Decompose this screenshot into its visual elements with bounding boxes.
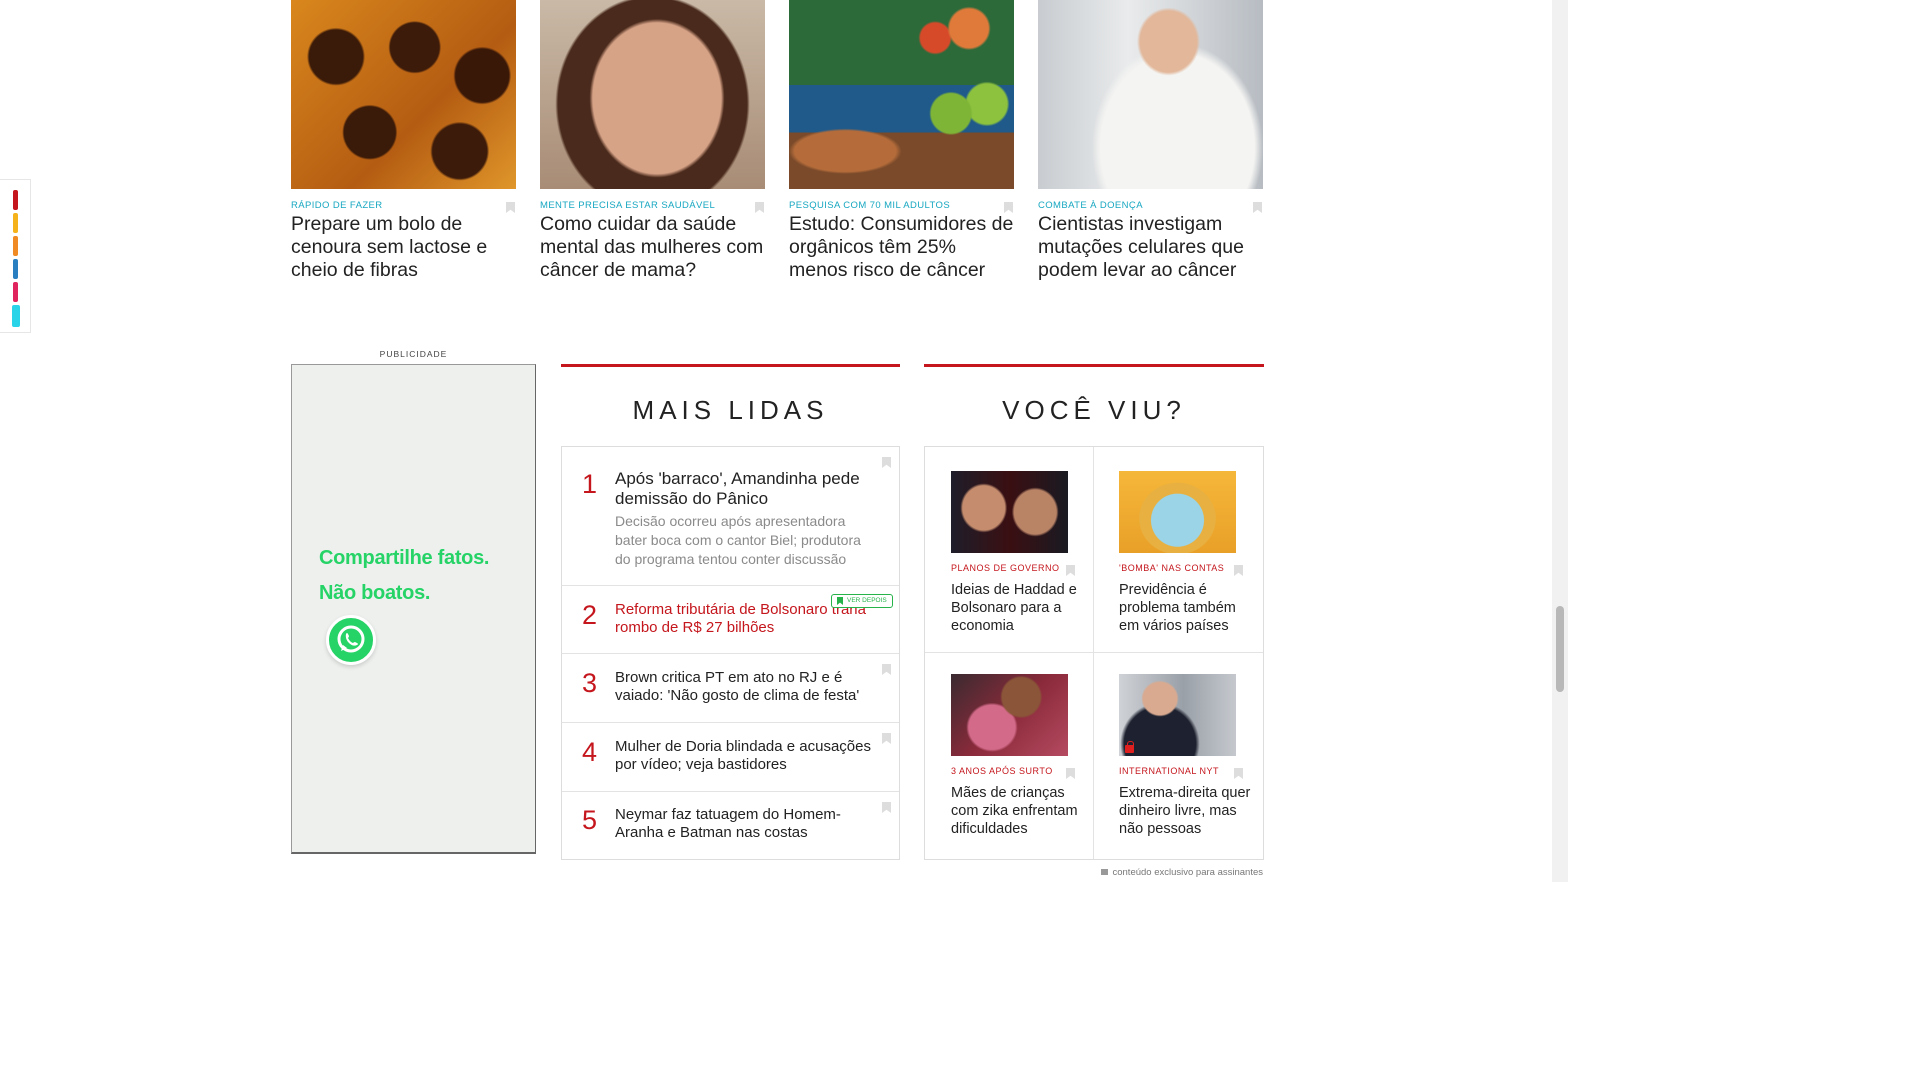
section-title: MAIS LIDAS	[632, 395, 829, 425]
related-image[interactable]	[951, 674, 1068, 756]
related-title[interactable]: Extrema-direita quer dinheiro livre, mas…	[1119, 784, 1259, 838]
scrollbar-thumb[interactable]	[1556, 606, 1564, 692]
related-image[interactable]	[1119, 674, 1236, 756]
divider	[925, 652, 1263, 653]
rank-number: 5	[582, 805, 598, 835]
bookmark-icon[interactable]	[1066, 768, 1075, 779]
ver-depois-button[interactable]: VER DEPOIS	[831, 594, 893, 608]
bookmark-icon[interactable]	[882, 733, 891, 744]
list-item[interactable]: 5 Neymar faz tatuagem do Homem-Aranha e …	[562, 792, 899, 859]
list-item[interactable]: 1 Após 'barraco', Amandinha pede demissã…	[562, 447, 899, 586]
bookmark-icon[interactable]	[506, 202, 515, 213]
list-item-title[interactable]: Brown critica PT em ato no RJ e é vaiado…	[615, 669, 875, 705]
related-title[interactable]: Mães de crianças com zika enfrentam difi…	[951, 784, 1091, 838]
article-title[interactable]: Estudo: Consumidores de orgânicos têm 25…	[789, 213, 1014, 282]
list-item-title[interactable]: Mulher de Doria blindada e acusações por…	[615, 738, 875, 774]
color-bar-segment[interactable]	[12, 305, 20, 327]
article-image[interactable]	[540, 0, 765, 189]
page: RÁPIDO DE FAZER Prepare um bolo de cenou…	[0, 0, 1568, 882]
bookmark-icon[interactable]	[1004, 202, 1013, 213]
article-image[interactable]	[1038, 0, 1263, 189]
rank-number: 1	[582, 469, 598, 499]
list-item-description: Decisão ocorreu após apresentadora bater…	[615, 513, 861, 567]
mais-lidas-list: 1 Após 'barraco', Amandinha pede demissã…	[561, 446, 900, 860]
color-bar-segment[interactable]	[13, 259, 18, 279]
article-kicker: RÁPIDO DE FAZER	[291, 200, 383, 211]
list-item-title[interactable]: Neymar faz tatuagem do Homem-Aranha e Ba…	[615, 806, 875, 842]
article-card[interactable]: MENTE PRECISA ESTAR SAUDÁVEL Como cuidar…	[540, 0, 765, 282]
rank-number: 2	[582, 600, 598, 630]
related-card[interactable]: INTERNATIONAL NYT Extrema-direita quer d…	[1119, 674, 1259, 838]
lock-icon	[1101, 869, 1109, 875]
article-title[interactable]: Prepare um bolo de cenoura sem lactose e…	[291, 213, 516, 282]
list-item-title[interactable]: Após 'barraco', Amandinha pede demissão …	[615, 469, 875, 509]
article-image[interactable]	[789, 0, 1014, 189]
scrollbar[interactable]	[1552, 0, 1568, 882]
article-kicker: MENTE PRECISA ESTAR SAUDÁVEL	[540, 200, 716, 211]
bookmark-icon[interactable]	[882, 457, 891, 468]
related-card[interactable]: 'BOMBA' NAS CONTAS Previdência é problem…	[1119, 471, 1259, 635]
bookmark-icon	[837, 597, 843, 605]
related-card[interactable]: 3 ANOS APÓS SURTO Mães de crianças com z…	[951, 674, 1091, 838]
bookmark-icon[interactable]	[755, 202, 764, 213]
related-title[interactable]: Previdência é problema também em vários …	[1119, 581, 1259, 635]
related-card[interactable]: PLANOS DE GOVERNO Ideias de Haddad e Bol…	[951, 471, 1091, 635]
list-item[interactable]: 2 Reforma tributária de Bolsonaro traria…	[562, 586, 899, 654]
voce-viu-header: VOCÊ VIU?	[924, 364, 1264, 426]
list-item[interactable]: 4 Mulher de Doria blindada e acusações p…	[562, 723, 899, 792]
article-image[interactable]	[291, 0, 516, 189]
bookmark-icon[interactable]	[1066, 565, 1075, 576]
bookmark-icon[interactable]	[1234, 565, 1243, 576]
subscriber-note-text: conteúdo exclusivo para assinantes	[1112, 867, 1263, 878]
advertisement[interactable]: Compartilhe fatos. Não boatos.	[291, 364, 536, 854]
rank-number: 4	[582, 737, 598, 767]
article-kicker: PESQUISA COM 70 MIL ADULTOS	[789, 200, 951, 211]
rank-number: 3	[582, 668, 598, 698]
ad-line-2: Não boatos.	[319, 582, 431, 604]
list-item[interactable]: 3 Brown critica PT em ato no RJ e é vaia…	[562, 654, 899, 723]
article-title[interactable]: Cientistas investigam mutações celulares…	[1038, 213, 1263, 282]
divider	[1093, 447, 1094, 859]
article-card[interactable]: RÁPIDO DE FAZER Prepare um bolo de cenou…	[291, 0, 516, 282]
ad-label: PUBLICIDADE	[379, 349, 448, 359]
article-title[interactable]: Como cuidar da saúde mental das mulheres…	[540, 213, 765, 282]
article-card[interactable]: COMBATE À DOENÇA Cientistas investigam m…	[1038, 0, 1263, 282]
bookmark-icon[interactable]	[882, 802, 891, 813]
related-image[interactable]	[1119, 471, 1236, 553]
color-bar-segment[interactable]	[13, 190, 18, 210]
ver-depois-label: VER DEPOIS	[847, 597, 887, 604]
color-bar-segment[interactable]	[13, 236, 18, 256]
bookmark-icon[interactable]	[882, 664, 891, 675]
subscriber-note: conteúdo exclusivo para assinantes	[1101, 867, 1263, 878]
article-kicker: COMBATE À DOENÇA	[1038, 200, 1143, 211]
color-bar-segment[interactable]	[13, 213, 18, 233]
color-bar-segment[interactable]	[13, 282, 18, 302]
section-title: VOCÊ VIU?	[1002, 395, 1186, 425]
lock-icon	[1125, 741, 1134, 753]
mais-lidas-header: MAIS LIDAS	[561, 364, 900, 426]
bookmark-icon[interactable]	[1253, 202, 1262, 213]
voce-viu-grid: PLANOS DE GOVERNO Ideias de Haddad e Bol…	[924, 446, 1264, 860]
related-image[interactable]	[951, 471, 1068, 553]
related-title[interactable]: Ideias de Haddad e Bolsonaro para a econ…	[951, 581, 1091, 635]
ad-line-1: Compartilhe fatos.	[319, 547, 490, 569]
section-color-bar[interactable]	[0, 179, 31, 333]
bookmark-icon[interactable]	[1234, 768, 1243, 779]
whatsapp-icon	[326, 615, 376, 665]
article-card[interactable]: PESQUISA COM 70 MIL ADULTOS Estudo: Cons…	[789, 0, 1014, 282]
